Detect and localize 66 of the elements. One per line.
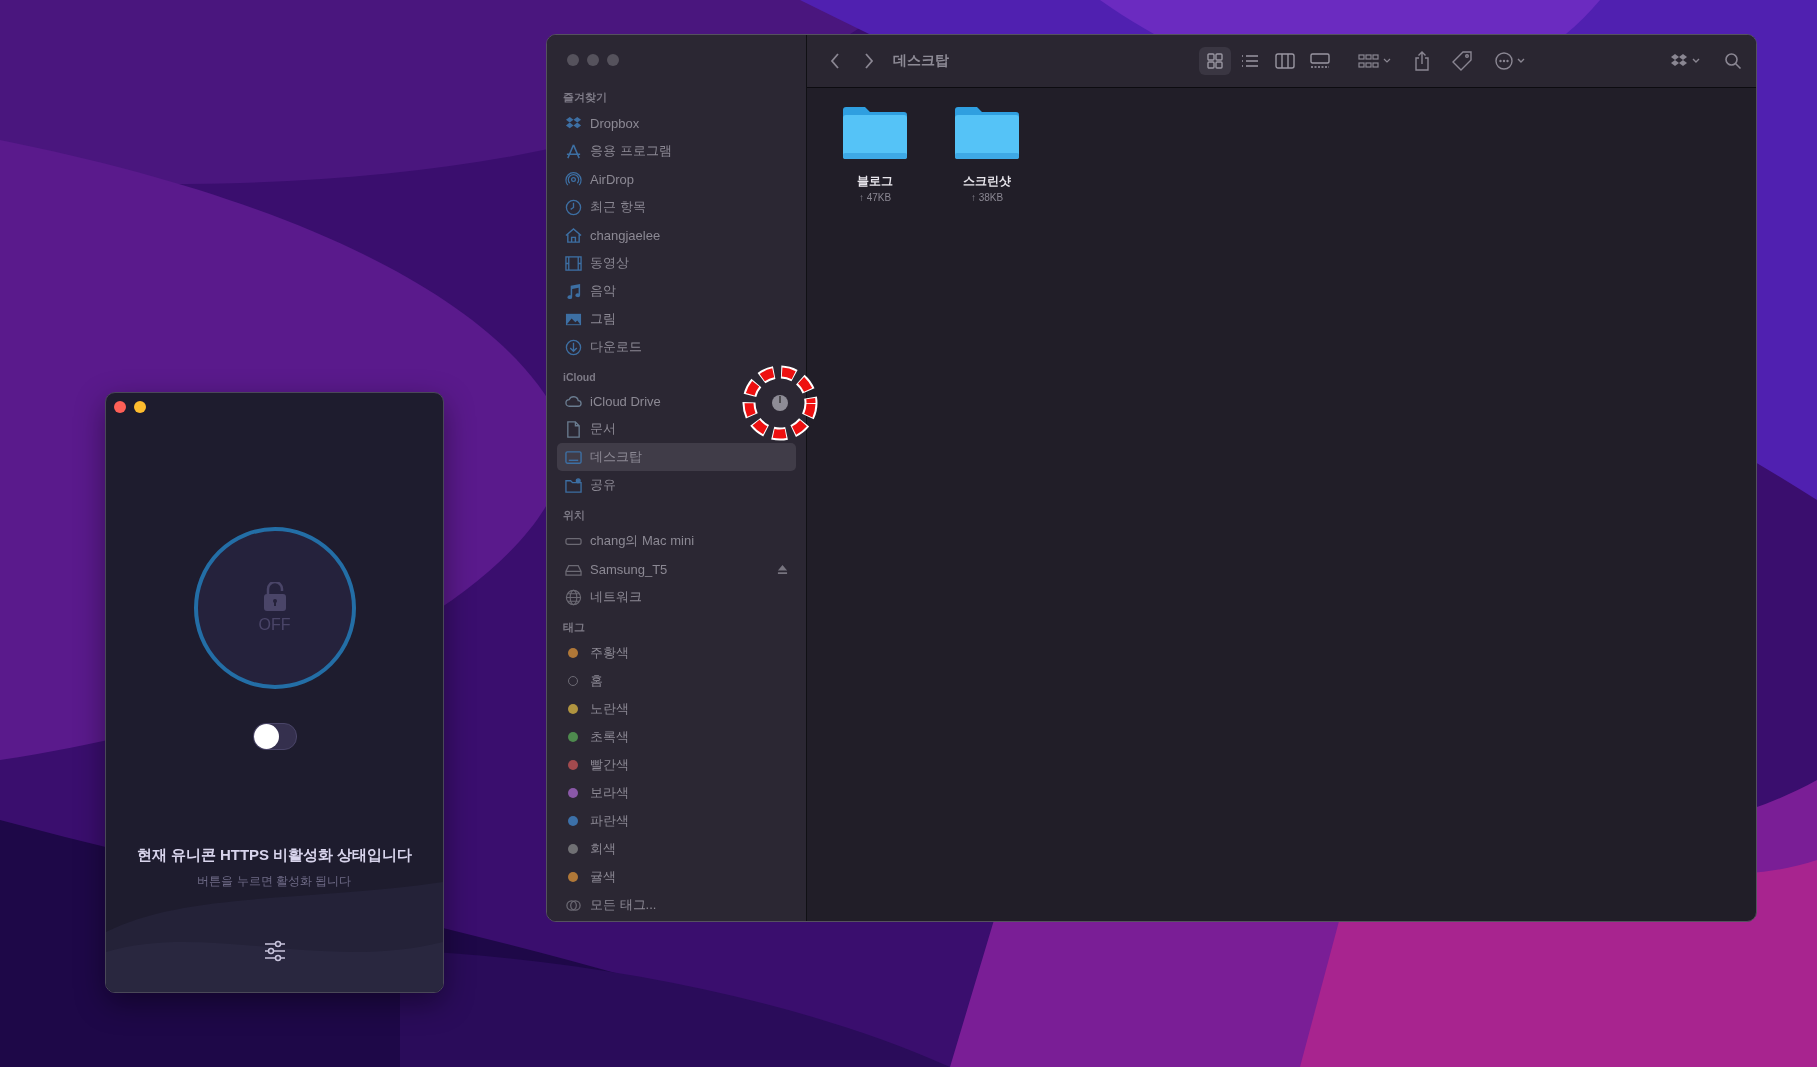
- house-icon: [565, 226, 582, 244]
- search-icon[interactable]: [1724, 52, 1742, 70]
- section-heading: iCloud: [562, 370, 597, 385]
- sidebar-item[interactable]: 파란색: [557, 807, 796, 835]
- airdrop-icon: [565, 170, 582, 188]
- file-name: 스크린샷: [963, 174, 1011, 189]
- more-icon[interactable]: [1494, 51, 1526, 71]
- music-note-icon: [565, 282, 582, 300]
- desktop-icon: [565, 448, 582, 466]
- folder-icon[interactable]: [953, 104, 1021, 162]
- sidebar-item[interactable]: Dropbox: [557, 109, 796, 137]
- sidebar-item[interactable]: chang의 Mac mini: [557, 527, 796, 555]
- forward-icon[interactable]: [863, 52, 875, 70]
- file-size: ↑ 38KB: [970, 192, 1004, 203]
- section-heading: 태그: [562, 620, 586, 635]
- apps-icon: [565, 142, 582, 160]
- section-heading: 즐겨찾기: [562, 90, 608, 105]
- folder-icon[interactable]: [841, 104, 909, 162]
- sidebar-item[interactable]: 보라색: [557, 779, 796, 807]
- window-control[interactable]: [114, 401, 126, 413]
- sidebar-item[interactable]: iCloud Drive: [557, 387, 796, 415]
- sidebar-item[interactable]: 음악: [557, 277, 796, 305]
- download-icon: [565, 338, 582, 356]
- sidebar-item[interactable]: 빨간색: [557, 751, 796, 779]
- eject-icon[interactable]: [777, 563, 788, 575]
- sidebar-item[interactable]: 초록색: [557, 723, 796, 751]
- file-name: 블로그: [857, 174, 893, 189]
- globe-icon: [565, 588, 582, 606]
- window-title: 데스크탑: [893, 52, 949, 70]
- sidebar-item[interactable]: AirDrop: [557, 165, 796, 193]
- sidebar-item[interactable]: 모든 태그...: [557, 891, 796, 919]
- hint-text: 버튼을 누르면 활성화 됩니다: [197, 873, 352, 890]
- sidebar-item[interactable]: changjaelee: [557, 221, 796, 249]
- window-control[interactable]: [134, 401, 146, 413]
- sidebar-item[interactable]: 홈: [557, 667, 796, 695]
- settings-icon[interactable]: [263, 940, 286, 962]
- click-highlight-icon: [742, 365, 818, 441]
- sidebar-item[interactable]: 응용 프로그램: [557, 137, 796, 165]
- sidebar-item[interactable]: 다운로드: [557, 333, 796, 361]
- lock-icon: [263, 582, 286, 612]
- grid-view-icon[interactable]: [1199, 47, 1231, 75]
- sidebar-item[interactable]: 네트워크: [557, 583, 796, 611]
- shared-folder-icon: [565, 476, 582, 494]
- dropbox-icon[interactable]: [1670, 53, 1702, 69]
- sidebar-item[interactable]: 데스크탑: [557, 443, 796, 471]
- sidebar-item[interactable]: 주황색: [557, 639, 796, 667]
- tag-icon[interactable]: [1452, 51, 1472, 71]
- document-icon: [565, 420, 582, 438]
- sidebar-item[interactable]: 동영상: [557, 249, 796, 277]
- sidebar-item[interactable]: 노란색: [557, 695, 796, 723]
- sidebar-item[interactable]: 최근 항목: [557, 193, 796, 221]
- share-icon[interactable]: [1414, 51, 1430, 71]
- back-icon[interactable]: [829, 52, 841, 70]
- film-icon: [565, 254, 582, 272]
- section-heading: 위치: [562, 508, 586, 523]
- sidebar-item[interactable]: 공유: [557, 471, 796, 499]
- sidebar-item[interactable]: 문서: [557, 415, 796, 443]
- sidebar-item[interactable]: Samsung_T5: [557, 555, 796, 583]
- sidebar-item[interactable]: 귤색: [557, 863, 796, 891]
- sidebar-item[interactable]: 회색: [557, 835, 796, 863]
- group-icon[interactable]: [1358, 53, 1392, 69]
- sidebar-item[interactable]: 그림: [557, 305, 796, 333]
- status-message: 현재 유니콘 HTTPS 비활성화 상태입니다: [136, 846, 413, 865]
- toggle-switch[interactable]: [252, 723, 297, 750]
- clock-icon: [565, 198, 582, 216]
- file-size: ↑ 47KB: [858, 192, 892, 203]
